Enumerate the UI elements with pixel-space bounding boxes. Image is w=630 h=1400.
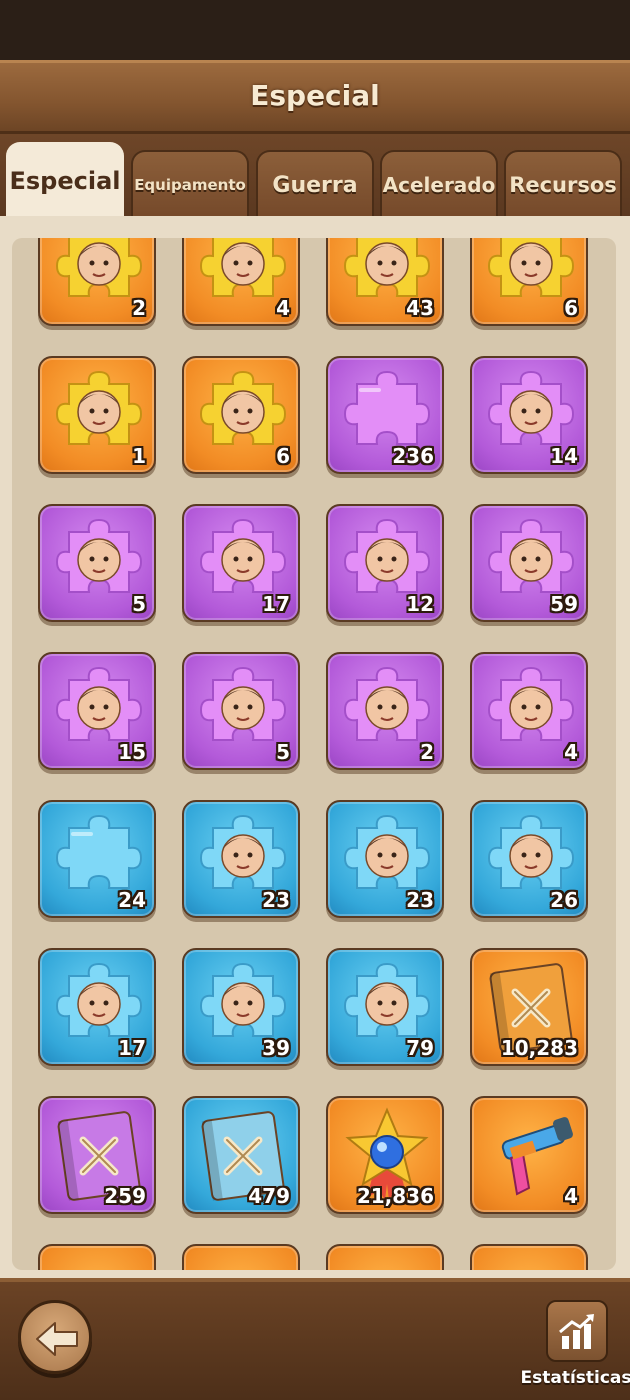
item-count: 6 <box>276 444 290 468</box>
hero-fragment-item[interactable]: 2 <box>38 238 156 326</box>
status-bar <box>0 0 630 60</box>
statistics-label: Estatísticas <box>520 1368 630 1388</box>
hero-fragment-item[interactable]: 5 <box>38 504 156 622</box>
hero-fragment-item[interactable]: 5 <box>182 652 300 770</box>
item-count: 5 <box>276 740 290 764</box>
tab-bar: Especial Equipamento Guerra Acelerado Re… <box>0 134 630 218</box>
back-arrow-icon <box>36 1322 78 1356</box>
item-count: 43 <box>406 296 434 320</box>
hero-fragment-item[interactable]: 4 <box>470 652 588 770</box>
hero-fragment-item[interactable]: 23 <box>326 800 444 918</box>
item-count: 21,836 <box>356 1184 434 1208</box>
hero-fragment-item[interactable]: 2 <box>326 652 444 770</box>
hero-fragment-item[interactable]: 43 <box>326 238 444 326</box>
chart-up-icon <box>559 1314 594 1349</box>
item-count: 2 <box>132 296 146 320</box>
hero-fragment-item[interactable]: 59 <box>470 504 588 622</box>
hero-fragment-item[interactable]: 14 <box>470 356 588 474</box>
tab-acelerado[interactable]: Acelerado <box>380 150 498 218</box>
blaster-item[interactable]: 4 <box>470 1096 588 1214</box>
skill-book-item[interactable]: 10,283 <box>470 948 588 1066</box>
hero-fragment-item[interactable]: 4 <box>182 238 300 326</box>
item-count: 15 <box>118 740 146 764</box>
footer-bar: Estatísticas <box>0 1278 630 1400</box>
tab-guerra[interactable]: Guerra <box>256 150 374 218</box>
item-count: 24 <box>118 888 146 912</box>
hero-fragment-item[interactable]: 1 <box>38 356 156 474</box>
skill-book-item[interactable]: 259 <box>38 1096 156 1214</box>
universal-fragment-item[interactable]: 24 <box>38 800 156 918</box>
hero-fragment-item[interactable]: 17 <box>182 504 300 622</box>
item-count: 26 <box>550 888 578 912</box>
item-slot-partial[interactable] <box>182 1244 300 1270</box>
item-count: 6 <box>564 296 578 320</box>
hero-fragment-item[interactable]: 6 <box>470 238 588 326</box>
item-count: 59 <box>550 592 578 616</box>
item-count: 17 <box>262 592 290 616</box>
star-medal-item[interactable]: 21,836 <box>326 1096 444 1214</box>
hero-fragment-item[interactable]: 12 <box>326 504 444 622</box>
hero-fragment-item[interactable]: 15 <box>38 652 156 770</box>
item-count: 79 <box>406 1036 434 1060</box>
item-count: 14 <box>550 444 578 468</box>
hero-fragment-item[interactable]: 39 <box>182 948 300 1066</box>
item-count: 2 <box>420 740 434 764</box>
hero-fragment-item[interactable]: 26 <box>470 800 588 918</box>
item-count: 23 <box>262 888 290 912</box>
tab-recursos[interactable]: Recursos <box>504 150 622 218</box>
item-count: 479 <box>248 1184 290 1208</box>
item-count: 5 <box>132 592 146 616</box>
hero-fragment-item[interactable]: 79 <box>326 948 444 1066</box>
hero-fragment-item[interactable]: 17 <box>38 948 156 1066</box>
item-count: 236 <box>392 444 434 468</box>
hero-fragment-item[interactable]: 23 <box>182 800 300 918</box>
item-grid-viewport[interactable]: 2 4 43 6 1 6 236 14 5 17 12 59 15 5 2 4 … <box>12 238 616 1270</box>
tab-equipamento[interactable]: Equipamento <box>131 150 249 218</box>
item-count: 4 <box>564 1184 578 1208</box>
header: Especial <box>0 60 630 134</box>
item-count: 12 <box>406 592 434 616</box>
item-slot-partial[interactable] <box>38 1244 156 1270</box>
item-count: 259 <box>104 1184 146 1208</box>
item-count: 4 <box>564 740 578 764</box>
universal-fragment-item[interactable]: 236 <box>326 356 444 474</box>
skill-book-item[interactable]: 479 <box>182 1096 300 1214</box>
page-title: Especial <box>250 79 380 112</box>
statistics-button[interactable] <box>546 1300 608 1362</box>
item-count: 23 <box>406 888 434 912</box>
item-count: 1 <box>132 444 146 468</box>
content-panel: 2 4 43 6 1 6 236 14 5 17 12 59 15 5 2 4 … <box>0 216 630 1278</box>
item-count: 4 <box>276 296 290 320</box>
item-count: 10,283 <box>500 1036 578 1060</box>
item-count: 17 <box>118 1036 146 1060</box>
back-button[interactable] <box>18 1300 92 1374</box>
item-slot-partial[interactable] <box>470 1244 588 1270</box>
item-slot-partial[interactable] <box>326 1244 444 1270</box>
item-count: 39 <box>262 1036 290 1060</box>
hero-fragment-item[interactable]: 6 <box>182 356 300 474</box>
tab-especial[interactable]: Especial <box>6 142 124 218</box>
